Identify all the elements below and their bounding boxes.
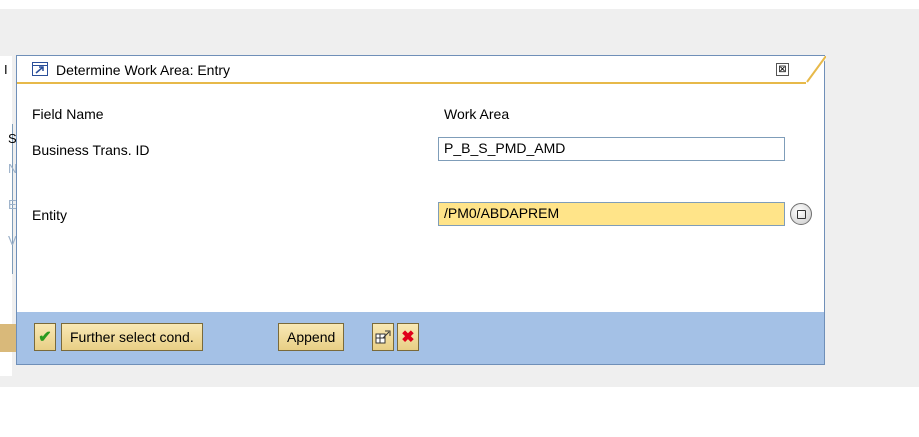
header-field-name: Field Name [32, 106, 104, 122]
header-work-area: Work Area [444, 106, 510, 122]
dialog-title: Determine Work Area: Entry [56, 62, 231, 78]
multiple-selection-button[interactable] [372, 323, 394, 351]
background-button-fragment [0, 324, 16, 352]
further-select-cond-button[interactable]: Further select cond. [61, 323, 203, 351]
entity-label: Entity [32, 207, 68, 223]
cancel-icon: ✖ [401, 329, 415, 346]
close-icon: ⊠ [778, 64, 787, 75]
checkmark-icon: ✔ [38, 329, 52, 346]
value-help-button[interactable] [790, 203, 812, 225]
multiple-selection-icon [375, 330, 391, 344]
titlebar-corner [806, 56, 826, 84]
dialog-window-icon [32, 62, 48, 76]
continue-button[interactable]: ✔ [34, 323, 56, 351]
business-trans-id-label: Business Trans. ID [32, 142, 150, 158]
business-trans-id-field[interactable]: P_B_S_PMD_AMD [438, 137, 785, 161]
dialog-toolbar: ✔ Further select cond. Append ✖ [17, 312, 824, 364]
dialog-titlebar[interactable]: Determine Work Area: Entry ⊠ [17, 56, 807, 84]
background-title-fragment: I [4, 62, 8, 77]
determine-work-area-dialog: Determine Work Area: Entry ⊠ Field Name … [16, 55, 826, 365]
close-button[interactable]: ⊠ [776, 63, 789, 76]
cancel-button[interactable]: ✖ [397, 323, 419, 351]
entity-field[interactable]: /PM0/ABDAPREM [438, 202, 785, 226]
append-button[interactable]: Append [278, 323, 345, 351]
